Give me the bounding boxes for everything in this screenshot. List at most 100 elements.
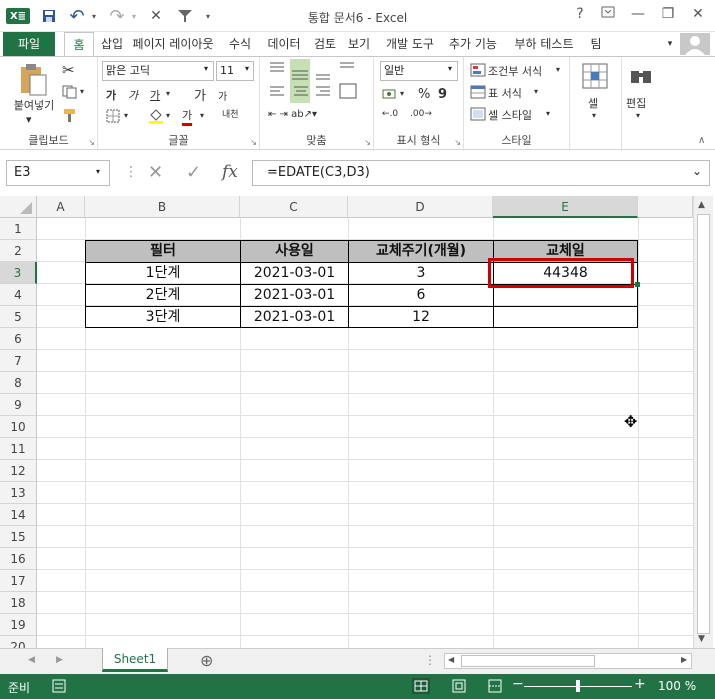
scroll-thumb[interactable] (697, 214, 710, 634)
horizontal-scrollbar[interactable]: ◀ ▶ (444, 653, 692, 669)
alignment-launcher-icon[interactable]: ↘ (364, 138, 371, 147)
add-sheet-button[interactable]: ⊕ (200, 651, 213, 670)
row-header-10[interactable]: 10 (0, 416, 37, 438)
horizontal-align-buttons[interactable] (268, 83, 368, 103)
column-header-e[interactable]: E (493, 196, 638, 218)
cells-icon[interactable] (582, 63, 608, 92)
paste-dropdown-icon[interactable]: ▾ (26, 113, 32, 126)
tab-split-icon[interactable]: ⋮ (424, 653, 436, 667)
hscroll-thumb[interactable] (461, 655, 595, 667)
borders-icon[interactable] (106, 109, 120, 126)
grow-font-button[interactable]: 가 (194, 85, 206, 104)
select-all-corner[interactable] (0, 196, 37, 218)
conditional-formatting-dropdown-icon[interactable]: ▾ (556, 65, 560, 74)
cells-button[interactable]: 셀 (588, 95, 598, 111)
insert-function-button[interactable]: fx (222, 162, 238, 182)
cut-icon[interactable]: ✂ (62, 61, 75, 79)
column-header-f[interactable] (638, 196, 693, 218)
table-cell[interactable]: 6 (349, 285, 493, 306)
format-as-table-dropdown-icon[interactable]: ▾ (534, 87, 538, 96)
restore-button[interactable]: ❐ (656, 6, 680, 26)
row-header-4[interactable]: 4 (0, 284, 37, 306)
scroll-down-icon[interactable]: ▼ (698, 634, 705, 644)
row-header-5[interactable]: 5 (0, 306, 37, 328)
help-button[interactable]: ? (568, 6, 592, 26)
enter-icon[interactable]: ✓ (186, 162, 201, 183)
header-cycle[interactable]: 교체주기(개월) (349, 241, 493, 262)
table-cell[interactable]: 3단계 (86, 307, 240, 328)
cell-styles-button[interactable]: 셀 스타일 (488, 107, 532, 123)
collapse-ribbon-arrow-icon[interactable]: ∧ (698, 135, 705, 146)
sheet-tab-sheet1[interactable]: Sheet1 (102, 648, 168, 672)
copy-dropdown-icon[interactable]: ▾ (80, 87, 84, 96)
formula-input[interactable]: =EDATE(C3,D3) (252, 160, 710, 186)
name-box-dropdown-icon[interactable]: ▾ (96, 167, 100, 176)
font-name-dropdown-icon[interactable]: ▾ (204, 64, 208, 73)
column-header-d[interactable]: D (348, 196, 493, 218)
number-format-dropdown-icon[interactable]: ▾ (448, 64, 452, 73)
conditional-formatting-button[interactable]: 조건부 서식 (488, 63, 542, 79)
row-header-2[interactable]: 2 (0, 240, 37, 262)
cell-styles-icon[interactable] (470, 107, 486, 124)
scroll-right-icon[interactable]: ▶ (681, 655, 687, 664)
font-size-dropdown-icon[interactable]: ▾ (245, 64, 249, 73)
copy-icon[interactable] (62, 85, 78, 102)
number-launcher-icon[interactable]: ↘ (454, 138, 461, 147)
scroll-up-icon[interactable]: ▲ (698, 200, 705, 210)
table-cell[interactable]: 2단계 (86, 285, 240, 306)
row-header-6[interactable]: 6 (0, 328, 37, 350)
normal-view-icon[interactable] (412, 678, 430, 694)
zoom-out-button[interactable]: − (512, 676, 524, 692)
name-box[interactable]: E3 (6, 160, 110, 186)
row-header-3[interactable]: 3 (0, 262, 37, 284)
tab-view[interactable]: 보기 (344, 32, 374, 56)
column-header-c[interactable]: C (240, 196, 348, 218)
tab-developer[interactable]: 개발 도구 (380, 32, 440, 56)
phonetic-button[interactable]: 내천 (222, 107, 239, 120)
font-launcher-icon[interactable]: ↘ (250, 138, 257, 147)
underline-button[interactable]: 가 (150, 87, 160, 103)
italic-button[interactable]: 가 (128, 87, 138, 103)
table-cell[interactable]: 3 (349, 263, 493, 284)
row-header-18[interactable]: 18 (0, 592, 37, 614)
row-header-1[interactable]: 1 (0, 218, 37, 240)
formula-bar-resize-icon[interactable]: ⋮ (124, 164, 138, 180)
row-header-15[interactable]: 15 (0, 526, 37, 548)
fill-color-icon[interactable] (148, 107, 164, 128)
macro-record-icon[interactable] (52, 679, 66, 696)
comma-button[interactable]: 9 (438, 87, 447, 102)
borders-dropdown-icon[interactable]: ▾ (124, 111, 128, 120)
paste-icon[interactable] (18, 63, 48, 99)
user-avatar[interactable] (680, 33, 710, 55)
editing-dropdown-icon[interactable]: ▾ (636, 111, 640, 120)
prev-sheet-icon[interactable]: ◀ (28, 655, 35, 665)
tab-insert[interactable]: 삽입 (97, 32, 127, 56)
ribbon-display-icon[interactable] (596, 6, 620, 26)
format-painter-icon[interactable] (62, 107, 78, 126)
increase-decimal-icon[interactable]: ←.0 (382, 109, 398, 119)
cells-dropdown-icon[interactable]: ▾ (592, 111, 596, 120)
column-header-a[interactable]: A (37, 196, 85, 218)
shrink-font-button[interactable]: 가 (218, 88, 227, 103)
tab-file[interactable]: 파일 (3, 32, 55, 56)
percent-button[interactable]: % (418, 87, 430, 102)
accounting-icon[interactable] (382, 87, 398, 104)
table-cell[interactable]: 1단계 (86, 263, 240, 284)
header-use-date[interactable]: 사용일 (241, 241, 348, 262)
column-header-b[interactable]: B (85, 196, 240, 218)
collapse-ribbon-icon[interactable]: ▾ (664, 32, 676, 56)
tab-data[interactable]: 데이터 (262, 32, 306, 56)
tab-team[interactable]: 팀 (584, 32, 608, 56)
editing-button[interactable]: 편집 (626, 95, 646, 111)
tab-review[interactable]: 검토 (309, 32, 341, 56)
tab-add-ins[interactable]: 추가 기능 (444, 32, 502, 56)
clipboard-launcher-icon[interactable]: ↘ (88, 138, 95, 147)
row-header-13[interactable]: 13 (0, 482, 37, 504)
underline-dropdown-icon[interactable]: ▾ (166, 89, 170, 98)
font-name-select[interactable]: 맑은 고딕 (102, 61, 214, 81)
tab-home[interactable]: 홈 (64, 32, 94, 57)
row-header-9[interactable]: 9 (0, 394, 37, 416)
zoom-in-button[interactable]: + (634, 676, 646, 692)
binoculars-icon[interactable] (628, 63, 654, 92)
close-button[interactable]: ✕ (686, 6, 710, 26)
